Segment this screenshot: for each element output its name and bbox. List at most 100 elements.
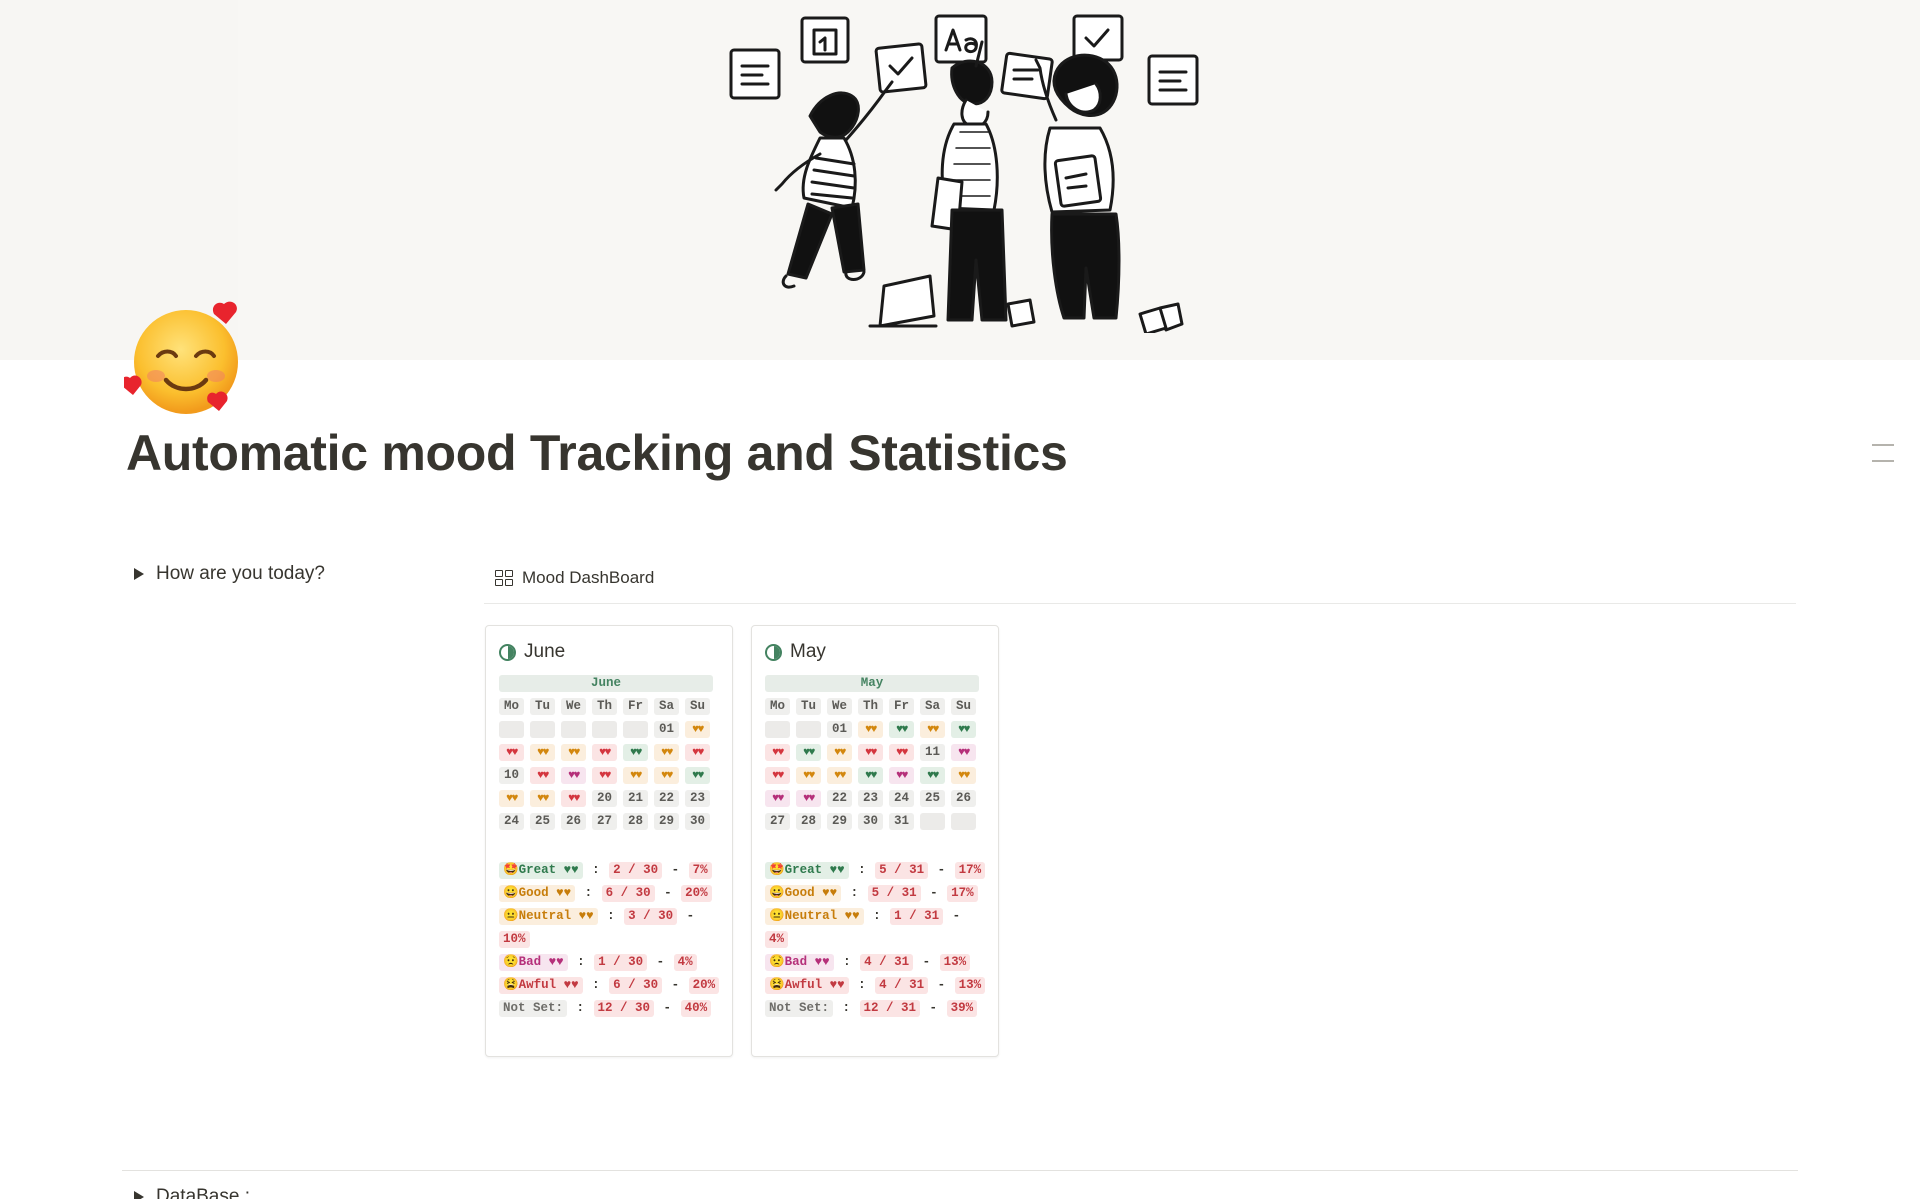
toggle-how-are-you-today[interactable]: How are you today?	[126, 563, 325, 585]
mood-label: 😟Bad ♥♥	[765, 954, 834, 971]
calendar-mood-cell-bad: ♥♥	[951, 744, 976, 761]
calendar-weekday-row: Mo Tu We Th Fr Sa Su	[765, 698, 981, 721]
mood-percent: 17%	[947, 885, 978, 902]
mood-count: 2 / 30	[609, 862, 663, 879]
calendar-mood-cell-bad: ♥♥	[765, 790, 790, 807]
card-title-label: June	[524, 641, 566, 662]
card-title: May	[765, 641, 826, 663]
calendar-empty-cell	[561, 721, 586, 738]
calendar-mood-cell-neutral: ♥♥	[858, 721, 883, 738]
mood-percent: 13%	[954, 977, 986, 994]
stat-line-notset: Not Set: : 12 / 31 - 39%	[765, 997, 987, 1020]
mood-count: 6 / 30	[601, 885, 655, 902]
stat-line-awful: 😫Awful ♥♥ : 4 / 31 - 13%	[765, 974, 987, 997]
calendar-day-cell: 26	[951, 790, 976, 807]
mood-count: 4 / 31	[875, 977, 929, 994]
calendar-day-cell: 27	[592, 813, 617, 830]
calendar-mood-cell-neutral: ♥♥	[951, 767, 976, 784]
mood-statistics: 🤩Great ♥♥ : 5 / 31 - 17% 😀Good ♥♥ : 5 / 3…	[765, 859, 987, 1020]
calendar-day-cell: 29	[827, 813, 852, 830]
calendar-day-cell: 28	[796, 813, 821, 830]
mood-label: 😐Neutral ♥♥	[499, 908, 598, 925]
weekday-label: We	[827, 698, 852, 715]
calendar-day-cell: 24	[499, 813, 524, 830]
calendar-day-cell: 23	[685, 790, 710, 807]
calendar-week-row: 27 28 29 30 31	[765, 813, 981, 836]
stat-line-bad: 😟Bad ♥♥ : 1 / 30 - 4%	[499, 951, 721, 974]
mood-percent: 4%	[765, 931, 789, 948]
mood-percent: 13%	[939, 954, 971, 971]
view-label: Mood DashBoard	[522, 568, 655, 587]
calendar-title: June	[499, 675, 713, 692]
weekday-label: Th	[858, 698, 883, 715]
mood-count: 6 / 30	[609, 977, 663, 994]
calendar-mood-cell-neutral: ♥♥	[623, 767, 648, 784]
mood-count: 12 / 30	[593, 1000, 655, 1017]
mood-count: 1 / 30	[594, 954, 648, 971]
calendar-mood-cell-awful: ♥♥	[765, 744, 790, 761]
stat-line-great: 🤩Great ♥♥ : 2 / 30 - 7%	[499, 859, 721, 882]
mood-count: 1 / 31	[890, 908, 944, 925]
calendar-title: May	[765, 675, 979, 692]
card-title-label: May	[790, 641, 826, 662]
calendar-empty-cell	[499, 721, 524, 738]
calendar-day-cell: 31	[889, 813, 914, 830]
calendar-mood-cell-great: ♥♥	[951, 721, 976, 738]
weekday-label: Mo	[765, 698, 790, 715]
calendar-empty-cell	[765, 721, 790, 738]
mood-percent: 39%	[946, 1000, 978, 1017]
mood-label: 😐Neutral ♥♥	[765, 908, 864, 925]
tab-mood-dashboard[interactable]: Mood DashBoard	[494, 568, 654, 588]
calendar-mood-cell-good: ♥♥	[530, 744, 555, 761]
calendar: May Mo Tu We Th Fr Sa Su 01 ♥♥ ♥♥ ♥♥ ♥♥ ♥♥ ♥♥ ♥♥ ♥♥ ♥♥ 11 ♥…	[765, 675, 981, 836]
calendar-week-row: 01 ♥♥ ♥♥ ♥♥ ♥♥	[765, 721, 981, 744]
calendar-day-cell: 28	[623, 813, 648, 830]
calendar-day-cell: 01	[827, 721, 852, 738]
calendar-mood-cell-great: ♥♥	[920, 767, 945, 784]
triangle-right-icon[interactable]	[134, 1191, 144, 1199]
calendar-day-cell: 01	[654, 721, 679, 738]
weekday-label: We	[561, 698, 586, 715]
toggle-database[interactable]: DataBase :	[126, 1186, 250, 1199]
calendar-mood-cell-good: ♥♥	[827, 767, 852, 784]
smiling-face-with-hearts-icon[interactable]	[124, 300, 248, 420]
weekday-label: Sa	[920, 698, 945, 715]
mood-label: 😫Awful ♥♥	[499, 977, 583, 994]
table-of-contents-button[interactable]	[1872, 440, 1894, 466]
calendar-empty-cell	[920, 813, 945, 830]
team-illustration	[729, 14, 1199, 333]
calendar-week-row: 10 ♥♥ ♥♥ ♥♥ ♥♥ ♥♥ ♥♥	[499, 767, 715, 790]
mood-percent: 20%	[681, 885, 712, 902]
calendar-mood-cell-great: ♥♥	[889, 721, 914, 738]
toggle-label: How are you today?	[156, 563, 325, 584]
calendar-week-row: ♥♥ ♥♥ ♥♥ ♥♥ ♥♥ 11 ♥♥	[765, 744, 981, 767]
weekday-label: Mo	[499, 698, 524, 715]
calendar-mood-cell-good: ♥♥	[827, 744, 852, 761]
card-may[interactable]: May May Mo Tu We Th Fr Sa Su 01 ♥♥ ♥♥ ♥♥ ♥♥ ♥♥ ♥♥ ♥♥ ♥♥ ♥♥…	[751, 625, 999, 1057]
calendar-mood-cell-great: ♥♥	[685, 767, 710, 784]
mood-label: 😀Good ♥♥	[499, 885, 576, 902]
calendar-mood-cell-awful: ♥♥	[499, 744, 524, 761]
calendar-week-row: ♥♥ ♥♥ ♥♥ ♥♥ ♥♥ ♥♥ ♥♥	[499, 744, 715, 767]
calendar-empty-cell	[592, 721, 617, 738]
stat-line-awful: 😫Awful ♥♥ : 6 / 30 - 20%	[499, 974, 721, 997]
calendar-week-row: ♥♥ ♥♥ 22 23 24 25 26	[765, 790, 981, 813]
mood-label: 😫Awful ♥♥	[765, 977, 849, 994]
calendar-mood-cell-bad: ♥♥	[889, 767, 914, 784]
gallery-view-icon	[494, 569, 514, 587]
calendar-day-cell: 27	[765, 813, 790, 830]
stat-line-good: 😀Good ♥♥ : 5 / 31 - 17%	[765, 882, 987, 905]
mood-percent: 17%	[954, 862, 986, 879]
card-title: June	[499, 641, 565, 663]
calendar-day-cell: 22	[654, 790, 679, 807]
calendar-mood-cell-bad: ♥♥	[561, 767, 586, 784]
card-june[interactable]: June June Mo Tu We Th Fr Sa Su 01 ♥♥ ♥♥ ♥♥ ♥♥ ♥♥ ♥♥ ♥♥ ♥♥…	[485, 625, 733, 1057]
triangle-right-icon[interactable]	[134, 568, 144, 580]
calendar-mood-cell-awful: ♥♥	[685, 744, 710, 761]
weekday-label: Fr	[623, 698, 648, 715]
page-title[interactable]: Automatic mood Tracking and Statistics	[126, 424, 1068, 482]
weekday-label: Sa	[654, 698, 679, 715]
mood-percent: 40%	[680, 1000, 712, 1017]
mood-percent: 20%	[688, 977, 720, 994]
calendar-mood-cell-great: ♥♥	[858, 767, 883, 784]
